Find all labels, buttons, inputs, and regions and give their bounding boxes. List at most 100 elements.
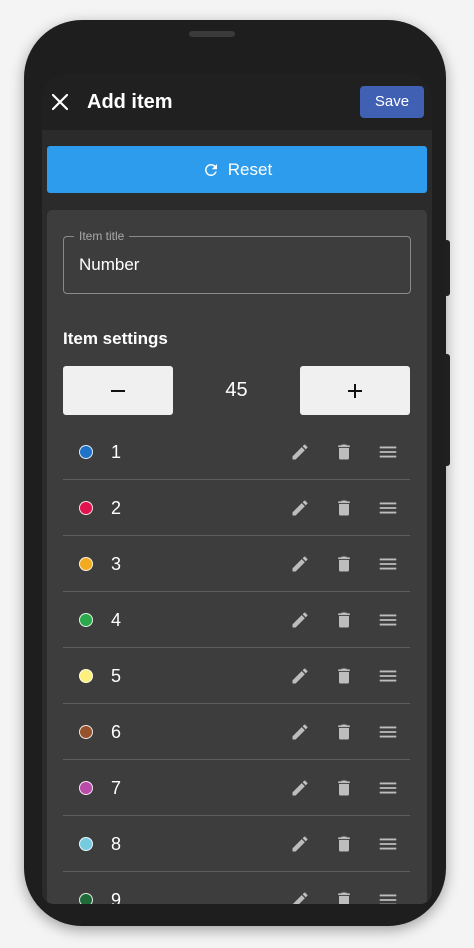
color-dot[interactable] — [79, 557, 93, 571]
color-dot[interactable] — [79, 501, 93, 515]
stepper-value: 45 — [225, 379, 248, 401]
delete-button[interactable] — [332, 720, 356, 744]
color-dot[interactable] — [79, 725, 93, 739]
drag-handle[interactable] — [376, 608, 400, 632]
drag-handle[interactable] — [376, 552, 400, 576]
drag-handle-icon — [379, 558, 397, 570]
edit-button[interactable] — [288, 832, 312, 856]
settings-card: Item title Number Item settings 45 1 2 3… — [47, 210, 427, 904]
phone-body: Add item Save Reset Item title Number It… — [24, 20, 446, 926]
list-item: 4 — [63, 592, 410, 648]
app-bar: Add item Save — [42, 74, 432, 130]
trash-icon — [338, 612, 350, 628]
refresh-icon — [202, 161, 220, 179]
delete-button[interactable] — [332, 888, 356, 904]
trash-icon — [338, 668, 350, 684]
pencil-icon — [292, 724, 308, 740]
color-dot[interactable] — [79, 781, 93, 795]
pencil-icon — [292, 892, 308, 904]
item-title-value: Number — [79, 255, 140, 274]
trash-icon — [338, 556, 350, 572]
delete-button[interactable] — [332, 496, 356, 520]
drag-handle[interactable] — [376, 832, 400, 856]
decrement-button[interactable] — [63, 366, 173, 415]
item-title-field[interactable]: Item title Number — [63, 229, 411, 294]
item-label: 7 — [111, 778, 122, 798]
edit-button[interactable] — [288, 720, 312, 744]
trash-icon — [338, 500, 350, 516]
trash-icon — [338, 892, 350, 904]
edit-button[interactable] — [288, 608, 312, 632]
pencil-icon — [292, 500, 308, 516]
trash-icon — [338, 836, 350, 852]
color-dot[interactable] — [79, 837, 93, 851]
edit-button[interactable] — [288, 664, 312, 688]
item-list: 1 2 3 4 5 6 7 8 9 — [63, 424, 410, 904]
drag-handle-icon — [379, 726, 397, 738]
drag-handle[interactable] — [376, 440, 400, 464]
drag-handle-icon — [379, 838, 397, 850]
app-screen: Add item Save Reset Item title Number It… — [42, 74, 432, 904]
list-item: 9 — [63, 872, 410, 904]
list-item: 5 — [63, 648, 410, 704]
pencil-icon — [292, 780, 308, 796]
edit-button[interactable] — [288, 496, 312, 520]
drag-handle-icon — [379, 614, 397, 626]
reset-label: Reset — [227, 159, 273, 179]
drag-handle-icon — [379, 502, 397, 514]
delete-button[interactable] — [332, 552, 356, 576]
drag-handle-icon — [379, 782, 397, 794]
reset-button[interactable]: Reset — [47, 146, 427, 193]
list-item: 6 — [63, 704, 410, 760]
pencil-icon — [292, 556, 308, 572]
color-dot[interactable] — [79, 669, 93, 683]
list-item: 7 — [63, 760, 410, 816]
save-button[interactable]: Save — [360, 86, 424, 118]
item-label: 2 — [111, 498, 122, 518]
item-label: 9 — [111, 890, 122, 904]
drag-handle-icon — [379, 670, 397, 682]
color-dot[interactable] — [79, 893, 93, 904]
edit-button[interactable] — [288, 776, 312, 800]
plus-icon — [348, 383, 362, 398]
edit-button[interactable] — [288, 888, 312, 904]
drag-handle[interactable] — [376, 776, 400, 800]
edit-button[interactable] — [288, 440, 312, 464]
pencil-icon — [292, 836, 308, 852]
item-label: 5 — [111, 666, 122, 686]
drag-handle[interactable] — [376, 720, 400, 744]
delete-button[interactable] — [332, 608, 356, 632]
delete-button[interactable] — [332, 664, 356, 688]
pencil-icon — [292, 612, 308, 628]
list-item: 2 — [63, 480, 410, 536]
pencil-icon — [292, 668, 308, 684]
drag-handle[interactable] — [376, 496, 400, 520]
drag-handle-icon — [379, 894, 397, 904]
trash-icon — [338, 780, 350, 796]
color-dot[interactable] — [79, 613, 93, 627]
color-dot[interactable] — [79, 445, 93, 459]
item-label: 1 — [111, 442, 122, 462]
drag-handle[interactable] — [376, 664, 400, 688]
item-settings-heading: Item settings — [63, 329, 168, 348]
drag-handle[interactable] — [376, 888, 400, 904]
trash-icon — [338, 444, 350, 460]
increment-button[interactable] — [300, 366, 410, 415]
drag-handle-icon — [379, 446, 397, 458]
page-title: Add item — [87, 91, 173, 113]
close-button[interactable] — [48, 90, 72, 114]
item-label: 3 — [111, 554, 122, 574]
edit-button[interactable] — [288, 552, 312, 576]
list-item: 8 — [63, 816, 410, 872]
trash-icon — [338, 724, 350, 740]
minus-icon — [111, 389, 125, 392]
delete-button[interactable] — [332, 832, 356, 856]
item-label: 6 — [111, 722, 122, 742]
list-item: 1 — [63, 424, 410, 480]
pencil-icon — [292, 444, 308, 460]
close-icon — [51, 93, 69, 111]
list-item: 3 — [63, 536, 410, 592]
item-label: 4 — [111, 610, 122, 630]
delete-button[interactable] — [332, 440, 356, 464]
delete-button[interactable] — [332, 776, 356, 800]
